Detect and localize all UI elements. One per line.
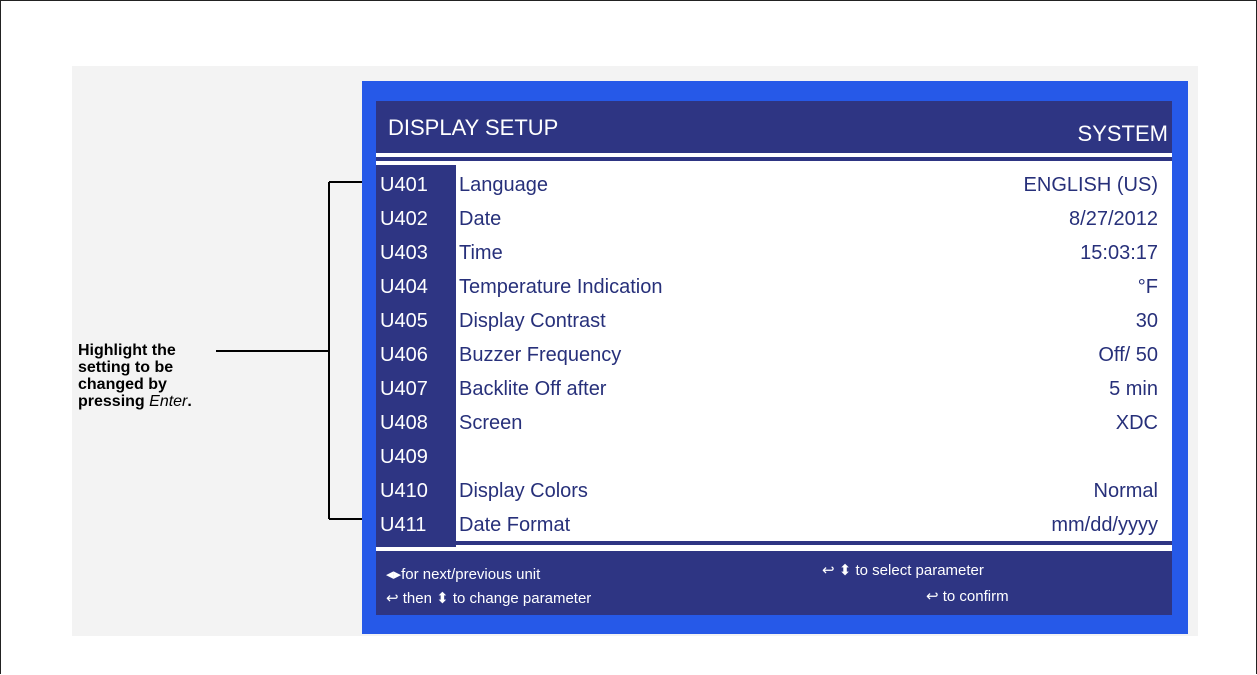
setting-label: Buzzer Frequency — [459, 344, 622, 366]
hint-change-text: to change parameter — [452, 590, 592, 607]
setting-code: U403 — [380, 242, 428, 264]
setting-label: Screen — [459, 412, 523, 434]
setting-value: Off/ 50 — [1098, 344, 1158, 366]
setting-code: U406 — [380, 344, 428, 366]
settings-panel: DISPLAY SETUP SYSTEM U401 Language ENGLI… — [376, 101, 1172, 615]
setting-row-u409[interactable]: U409 — [376, 443, 1172, 477]
setting-code: U408 — [380, 412, 428, 434]
setting-code: U405 — [380, 310, 428, 332]
enter-return-icon: ↩ — [926, 588, 939, 605]
hint-select-parameter: ↩ ⬍ to select parameter — [822, 561, 984, 579]
hint-confirm: ↩ to confirm — [926, 587, 1009, 605]
enter-return-icon: ↩ — [822, 562, 835, 579]
setting-label: Backlite Off after — [459, 378, 607, 400]
setting-label: Date — [459, 208, 502, 230]
setting-value: ENGLISH (US) — [1023, 174, 1158, 196]
setting-row-u408[interactable]: U408 Screen XDC — [376, 409, 1172, 443]
setting-row-u401[interactable]: U401 Language ENGLISH (US) — [376, 171, 1172, 205]
setting-label: Display Colors — [459, 480, 588, 502]
setting-label: Language — [459, 174, 548, 196]
hint-change-parameter: ↩ then ⬍ to change parameter — [386, 589, 591, 607]
enter-return-icon: ↩ — [386, 590, 399, 607]
setting-label: Display Contrast — [459, 310, 606, 332]
setting-label: Date Format — [459, 514, 571, 536]
setting-value: Normal — [1093, 480, 1158, 502]
setting-row-u405[interactable]: U405 Display Contrast 30 — [376, 307, 1172, 341]
setting-row-u406[interactable]: U406 Buzzer Frequency Off/ 50 — [376, 341, 1172, 375]
hint-next-previous-text: for next/previous unit — [401, 566, 541, 583]
hint-next-previous: ◂▸for next/previous unit — [386, 565, 540, 583]
screen-footer: ◂▸for next/previous unit ↩ then ⬍ to cha… — [376, 541, 1172, 615]
setting-value: °F — [1137, 276, 1158, 298]
setting-row-u411[interactable]: U411 Date Format mm/dd/yyyy — [376, 511, 1172, 545]
up-down-arrows-icon: ⬍ — [838, 562, 852, 579]
left-right-arrows-icon: ◂▸ — [386, 566, 402, 583]
setting-value: mm/dd/yyyy — [1051, 514, 1158, 536]
hint-confirm-text: to confirm — [942, 588, 1009, 605]
setting-code: U411 — [380, 514, 427, 536]
setting-code: U407 — [380, 378, 428, 400]
setting-value: XDC — [1115, 412, 1158, 434]
setting-label: Time — [459, 242, 503, 264]
setting-row-u404[interactable]: U404 Temperature Indication °F — [376, 273, 1172, 307]
setting-code: U401 — [380, 174, 428, 196]
setting-code: U409 — [380, 446, 428, 468]
up-down-arrows-icon: ⬍ — [436, 590, 449, 607]
setting-row-u403[interactable]: U403 Time 15:03:17 — [376, 239, 1172, 273]
setting-code: U410 — [380, 480, 428, 502]
setting-code: U404 — [380, 276, 428, 298]
setting-value: 15:03:17 — [1080, 242, 1158, 264]
setting-row-u407[interactable]: U407 Backlite Off after 5 min — [376, 375, 1172, 409]
hint-then-text: then — [402, 590, 432, 607]
setting-row-u410[interactable]: U410 Display Colors Normal — [376, 477, 1172, 511]
hint-select-text: to select parameter — [855, 562, 984, 579]
settings-list: U401 Language ENGLISH (US) U402 Date 8/2… — [376, 171, 1172, 545]
setting-value: 8/27/2012 — [1069, 208, 1158, 230]
setting-label: Temperature Indication — [459, 276, 663, 298]
setting-value: 30 — [1135, 310, 1158, 332]
setting-value: 5 min — [1109, 378, 1158, 400]
screen-context: SYSTEM — [1077, 121, 1168, 146]
screen-title: DISPLAY SETUP — [388, 115, 559, 140]
display-screen: DISPLAY SETUP SYSTEM U401 Language ENGLI… — [362, 81, 1188, 634]
setting-code: U402 — [380, 208, 428, 230]
setting-row-u402[interactable]: U402 Date 8/27/2012 — [376, 205, 1172, 239]
screen-header: DISPLAY SETUP SYSTEM — [376, 101, 1172, 161]
